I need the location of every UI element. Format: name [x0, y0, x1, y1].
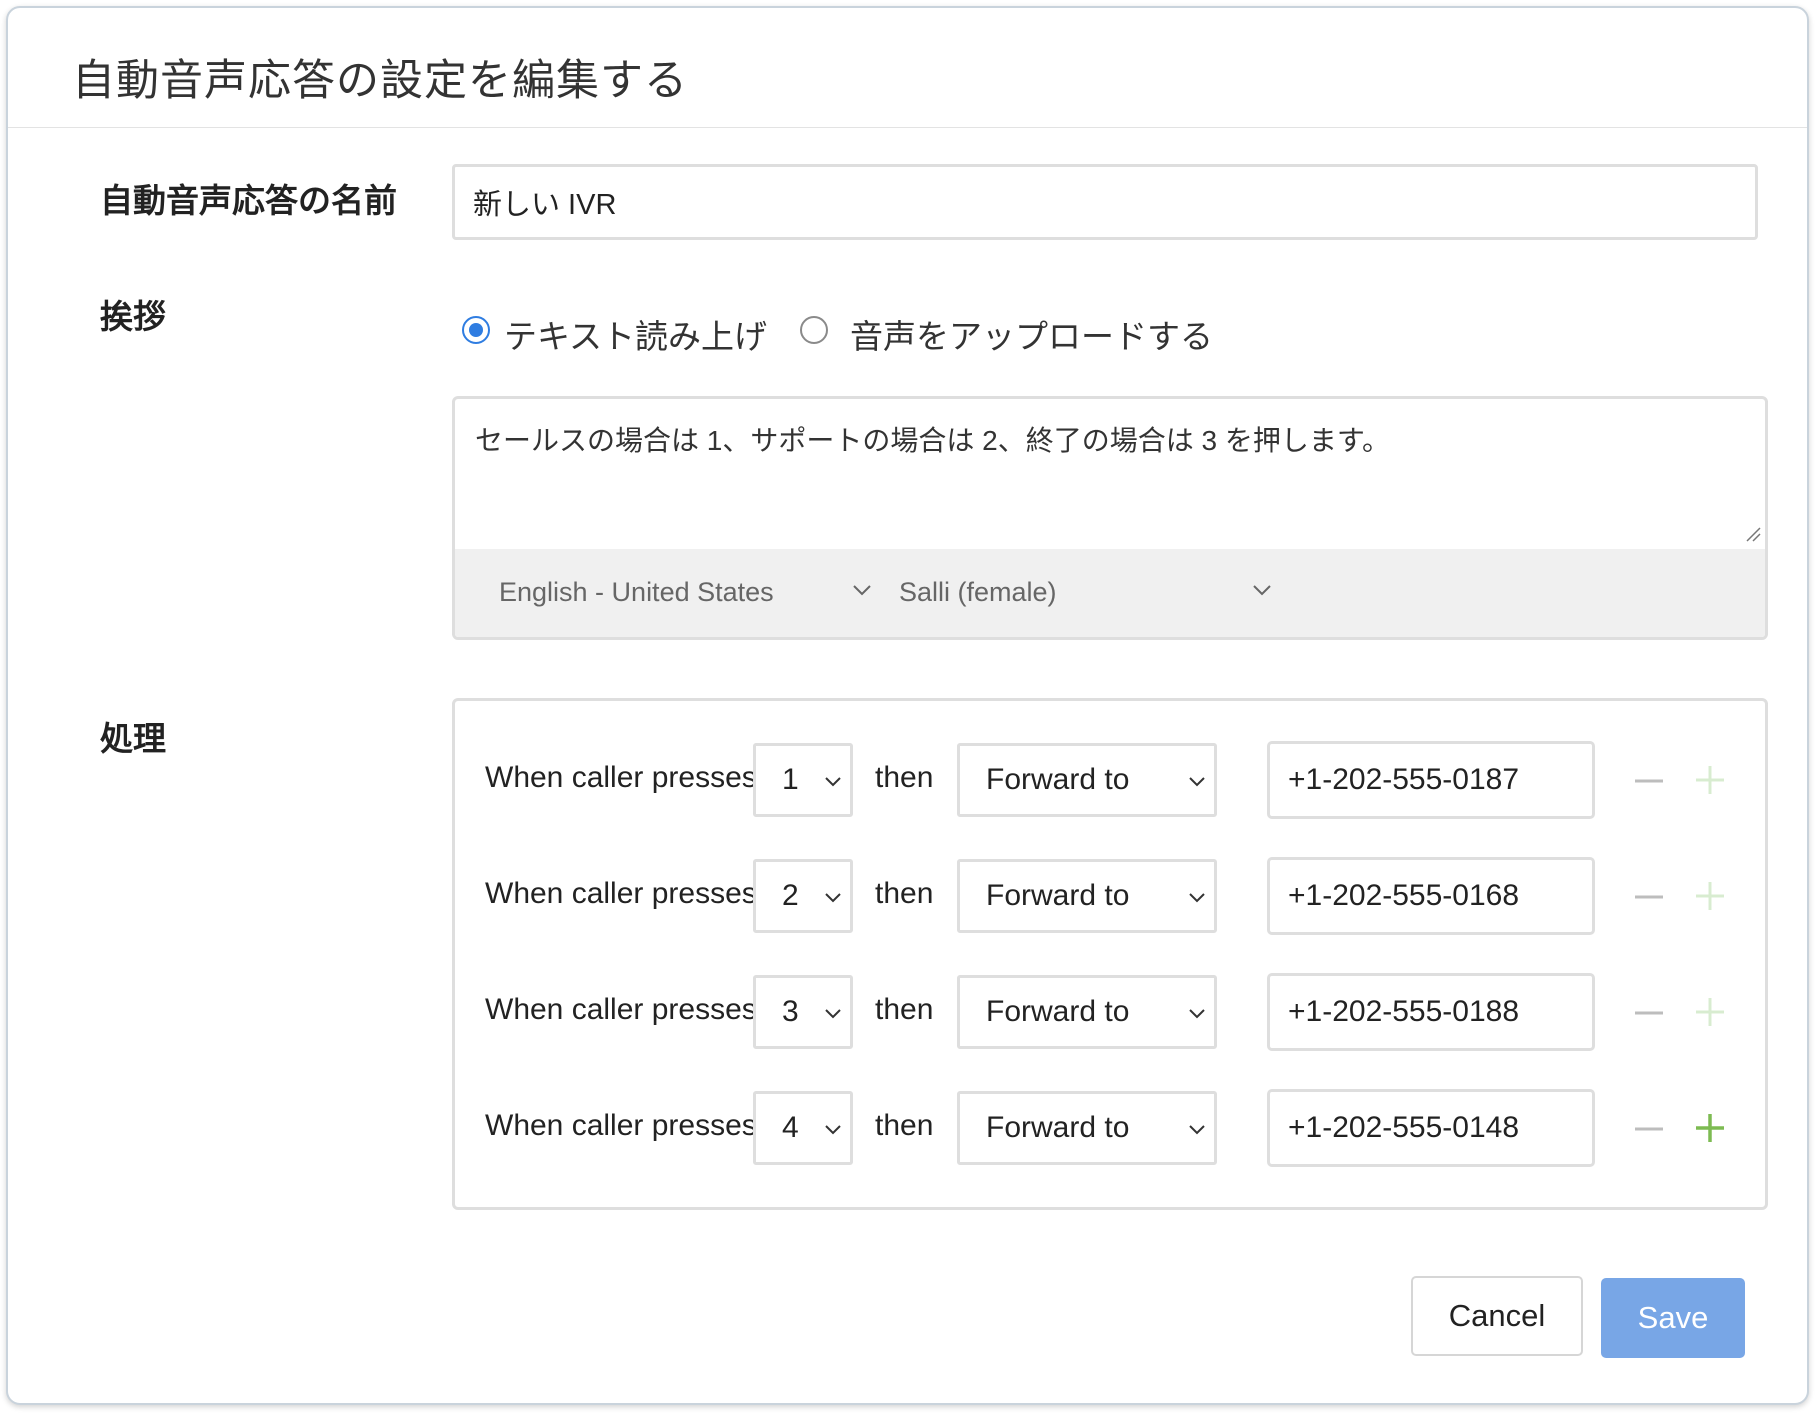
action-select[interactable]: Forward to: [957, 859, 1217, 933]
minus-icon[interactable]: [1633, 765, 1665, 797]
save-button[interactable]: Save: [1601, 1278, 1745, 1358]
minus-icon[interactable]: [1633, 881, 1665, 913]
voice-options-bar: English - United States Salli (female): [455, 549, 1765, 637]
upload-audio-radio-label[interactable]: 音声をアップロードする: [850, 310, 1213, 358]
minus-icon[interactable]: [1633, 997, 1665, 1029]
edit-ivr-dialog: 自動音声応答の設定を編集する 自動音声応答の名前 挨拶 テキスト読み上げ 音声を…: [6, 6, 1809, 1405]
minus-icon[interactable]: [1633, 1113, 1665, 1145]
forward-number-input[interactable]: +1-202-555-0168: [1267, 857, 1595, 935]
chevron-down-icon: [853, 585, 871, 596]
dialog-title: 自動音声応答の設定を編集する: [72, 57, 688, 105]
upload-audio-radio[interactable]: [800, 316, 828, 344]
dialog-header: 自動音声応答の設定を編集する: [8, 8, 1807, 128]
key-select[interactable]: 2: [753, 859, 853, 933]
then-text: then: [875, 1109, 934, 1142]
chevron-down-icon: [1253, 585, 1271, 596]
forward-number-input[interactable]: +1-202-555-0148: [1267, 1089, 1595, 1167]
cancel-button[interactable]: Cancel: [1411, 1276, 1583, 1356]
tts-radio-label[interactable]: テキスト読み上げ: [504, 310, 767, 358]
then-text: then: [875, 993, 934, 1026]
chevron-down-icon: [825, 777, 841, 787]
chevron-down-icon: [1189, 1125, 1205, 1135]
action-select[interactable]: Forward to: [957, 975, 1217, 1049]
key-select[interactable]: 1: [753, 743, 853, 817]
chevron-down-icon: [1189, 777, 1205, 787]
plus-icon[interactable]: [1693, 995, 1727, 1029]
greeting-label: 挨拶: [100, 298, 166, 335]
then-text: then: [875, 761, 934, 794]
then-text: then: [875, 877, 934, 910]
key-select[interactable]: 4: [753, 1091, 853, 1165]
rule-row-2: When caller presses 2 then Forward to +1…: [455, 857, 1765, 935]
tts-radio[interactable]: [462, 316, 490, 344]
rule-prefix: When caller presses: [485, 877, 757, 910]
action-select[interactable]: Forward to: [957, 1091, 1217, 1165]
actions-label: 処理: [100, 720, 166, 757]
chevron-down-icon: [825, 893, 841, 903]
chevron-down-icon: [1189, 893, 1205, 903]
rule-row-1: When caller presses 1 then Forward to +1…: [455, 741, 1765, 819]
rule-prefix: When caller presses: [485, 993, 757, 1026]
forward-number-input[interactable]: +1-202-555-0187: [1267, 741, 1595, 819]
plus-icon[interactable]: [1693, 1111, 1727, 1145]
actions-box: When caller presses 1 then Forward to +1…: [452, 698, 1768, 1210]
rule-row-3: When caller presses 3 then Forward to +1…: [455, 973, 1765, 1051]
voice-select[interactable]: Salli (female): [899, 577, 1057, 608]
key-select[interactable]: 3: [753, 975, 853, 1049]
rule-prefix: When caller presses: [485, 761, 757, 794]
ivr-name-label: 自動音声応答の名前: [100, 182, 397, 219]
plus-icon[interactable]: [1693, 763, 1727, 797]
resize-handle-icon[interactable]: [1745, 526, 1761, 542]
action-select[interactable]: Forward to: [957, 743, 1217, 817]
rule-prefix: When caller presses: [485, 1109, 757, 1142]
chevron-down-icon: [1189, 1009, 1205, 1019]
chevron-down-icon: [825, 1125, 841, 1135]
chevron-down-icon: [825, 1009, 841, 1019]
plus-icon[interactable]: [1693, 879, 1727, 913]
rule-row-4: When caller presses 4 then Forward to +1…: [455, 1089, 1765, 1167]
language-select[interactable]: English - United States: [499, 577, 774, 608]
greeting-textarea[interactable]: セールスの場合は 1、サポートの場合は 2、終了の場合は 3 を押します。: [475, 419, 1390, 459]
ivr-name-input[interactable]: [452, 164, 1758, 240]
forward-number-input[interactable]: +1-202-555-0188: [1267, 973, 1595, 1051]
greeting-textarea-box: セールスの場合は 1、サポートの場合は 2、終了の場合は 3 を押します。 En…: [452, 396, 1768, 640]
